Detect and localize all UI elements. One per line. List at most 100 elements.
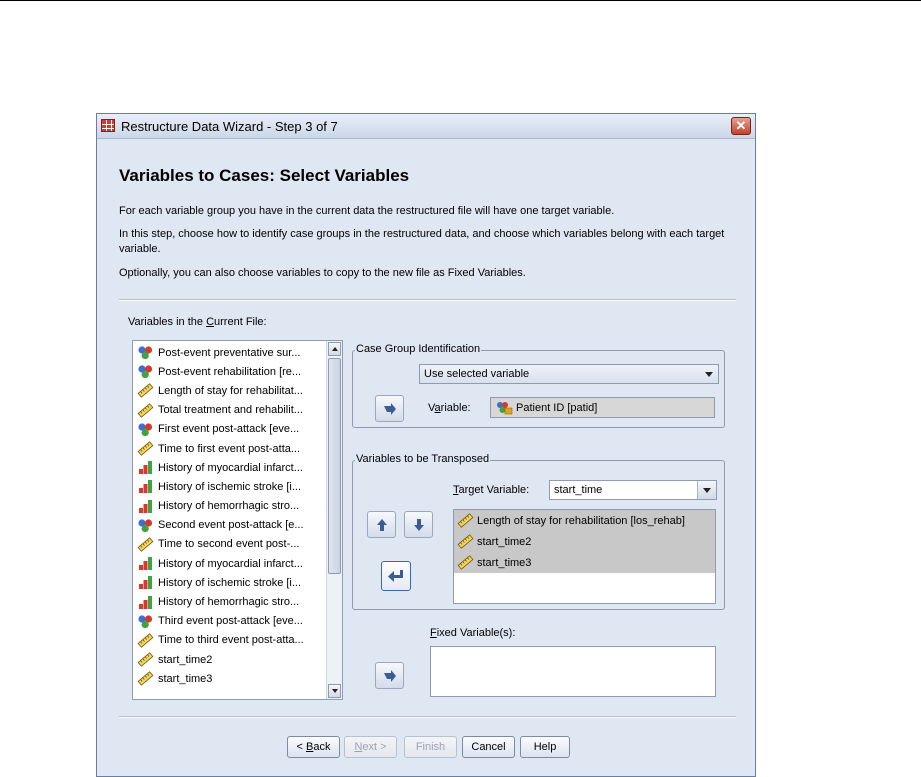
ordinal-icon xyxy=(139,557,152,571)
key-id-variable-icon xyxy=(497,401,513,414)
variable-list-item-label: History of ischemic stroke [i... xyxy=(158,576,302,589)
chevron-down-icon[interactable] xyxy=(697,481,716,499)
variable-list-item-label: Post-event preventative sur... xyxy=(158,346,301,359)
transposed-list-item-label: start_time2 xyxy=(477,535,532,548)
variable-list-item-label: History of myocardial infarct... xyxy=(158,557,303,570)
data-editor-app-icon xyxy=(101,119,115,132)
arrow-down-icon xyxy=(332,689,338,693)
arrow-down-icon xyxy=(413,518,424,531)
variable-list-item-label: Total treatment and rehabilit... xyxy=(158,404,303,417)
close-button[interactable]: ✕ xyxy=(731,117,751,135)
variable-list-item[interactable]: Second event post-attack [e... xyxy=(133,516,326,535)
variable-list-item[interactable]: Post-event rehabilitation [re... xyxy=(133,362,326,381)
variable-list-item[interactable]: Length of stay for rehabilitat... xyxy=(133,381,326,400)
scale-icon xyxy=(137,652,154,667)
next-button[interactable]: Next > xyxy=(344,736,397,758)
transposed-list-item[interactable]: Length of stay for rehabilitation [los_r… xyxy=(454,510,715,531)
variable-list-item[interactable]: First event post-attack [eve... xyxy=(133,420,326,439)
transposed-list-item-label: Length of stay for rehabilitation [los_r… xyxy=(477,514,685,527)
scale-icon xyxy=(137,537,154,552)
variable-list-item-label: History of ischemic stroke [i... xyxy=(158,480,302,493)
move-from-transposed-button[interactable] xyxy=(381,561,411,591)
page-heading: Variables to Cases: Select Variables xyxy=(119,166,410,185)
scroll-down-button[interactable] xyxy=(328,684,341,698)
target-variable-dropdown[interactable]: start_time xyxy=(549,480,717,500)
move-up-button[interactable] xyxy=(367,511,396,538)
case-group-method-dropdown[interactable]: Use selected variable xyxy=(419,364,719,384)
variable-list-item[interactable]: History of ischemic stroke [i... xyxy=(133,477,326,496)
variable-list-item-label: Time to first event post-atta... xyxy=(158,442,301,455)
variable-list-item-label: History of hemorrhagic stro... xyxy=(158,596,300,609)
variables-list[interactable]: Post-event preventative sur... Post-event… xyxy=(132,340,343,700)
variable-list-item[interactable]: start_time2 xyxy=(133,650,326,669)
variable-list-item[interactable]: History of hemorrhagic stro... xyxy=(133,497,326,516)
variable-list-item-label: History of myocardial infarct... xyxy=(158,461,303,474)
help-button[interactable]: Help xyxy=(520,736,570,758)
scale-icon xyxy=(457,513,474,528)
nominal-icon xyxy=(138,365,153,379)
scale-icon xyxy=(457,555,474,570)
case-variable-field[interactable]: Patient ID [patid] xyxy=(490,397,715,418)
variable-list-item[interactable]: History of myocardial infarct... xyxy=(133,554,326,573)
arrow-right-icon xyxy=(383,402,396,415)
variable-list-item-label: History of hemorrhagic stro... xyxy=(158,500,300,513)
nominal-icon xyxy=(138,346,153,360)
variable-list-item[interactable]: History of hemorrhagic stro... xyxy=(133,592,326,611)
scroll-up-button[interactable] xyxy=(328,342,341,356)
description-2: In this step, choose how to identify cas… xyxy=(119,228,725,255)
fixed-variables-label: Fixed Variable(s): xyxy=(430,627,516,639)
description-1: For each variable group you have in the … xyxy=(119,205,615,217)
ordinal-icon xyxy=(139,461,152,475)
variables-scrollbar[interactable] xyxy=(326,341,342,699)
fixed-variables-list[interactable] xyxy=(430,646,716,697)
variable-list-item-label: Length of stay for rehabilitat... xyxy=(158,384,303,397)
variable-list-item[interactable]: History of myocardial infarct... xyxy=(133,458,326,477)
cancel-button[interactable]: Cancel xyxy=(462,736,515,758)
variable-list-item-label: Third event post-attack [eve... xyxy=(158,615,303,628)
scale-icon xyxy=(137,633,154,648)
arrow-up-icon xyxy=(376,518,387,531)
nominal-icon xyxy=(138,615,153,628)
window-title: Restructure Data Wizard - Step 3 of 7 xyxy=(121,119,338,134)
variable-list-item-label: First event post-attack [eve... xyxy=(158,423,300,436)
nominal-icon xyxy=(138,423,153,437)
variable-list-item-label: start_time3 xyxy=(158,672,213,685)
move-to-fixed-button[interactable] xyxy=(375,662,404,689)
scale-icon xyxy=(457,534,474,549)
variable-list-item[interactable]: Third event post-attack [eve... xyxy=(133,612,326,631)
title-bar[interactable]: Restructure Data Wizard - Step 3 of 7 ✕ xyxy=(97,114,755,139)
arrow-up-icon xyxy=(332,347,338,351)
back-button[interactable]: < Back xyxy=(287,736,340,758)
variable-list-item[interactable]: Time to first event post-atta... xyxy=(133,439,326,458)
transposed-list-item[interactable]: start_time3 xyxy=(454,552,715,573)
page-top-border xyxy=(0,0,921,1)
variable-list-item[interactable]: Time to second event post-... xyxy=(133,535,326,554)
variable-list-item[interactable]: History of ischemic stroke [i... xyxy=(133,573,326,592)
footer-divider xyxy=(119,716,736,718)
target-variable-label: Target Variable: xyxy=(453,484,530,496)
move-down-button[interactable] xyxy=(404,511,433,538)
transposed-variables-list[interactable]: Length of stay for rehabilitation [los_r… xyxy=(453,509,716,604)
variables-list-label: Variables in the Current File: xyxy=(128,316,267,328)
variable-list-item[interactable]: Time to third event post-atta... xyxy=(133,631,326,650)
scale-icon xyxy=(137,383,154,399)
move-to-case-group-button[interactable] xyxy=(375,395,404,422)
variable-list-item[interactable]: Total treatment and rehabilit... xyxy=(133,401,326,420)
ordinal-icon xyxy=(139,595,152,609)
header-divider xyxy=(119,299,736,301)
ordinal-icon xyxy=(139,576,152,590)
variable-list-item-label: Time to second event post-... xyxy=(158,538,300,551)
scroll-thumb[interactable] xyxy=(328,358,341,574)
arrow-right-icon xyxy=(383,669,396,682)
variable-list-item[interactable]: start_time3 xyxy=(133,669,326,688)
finish-button[interactable]: Finish xyxy=(404,736,457,758)
transposed-list-item[interactable]: start_time2 xyxy=(454,531,715,552)
nominal-icon xyxy=(138,519,153,532)
variable-list-item[interactable]: Post-event preventative sur... xyxy=(133,343,326,362)
transposed-list-item-label: start_time3 xyxy=(477,556,532,569)
arrow-left-icon xyxy=(388,569,403,582)
case-variable-label: Variable: xyxy=(428,402,471,414)
target-variable-value: start_time xyxy=(554,484,603,496)
variable-list-item-label: Post-event rehabilitation [re... xyxy=(158,365,302,378)
scale-icon xyxy=(137,441,154,456)
